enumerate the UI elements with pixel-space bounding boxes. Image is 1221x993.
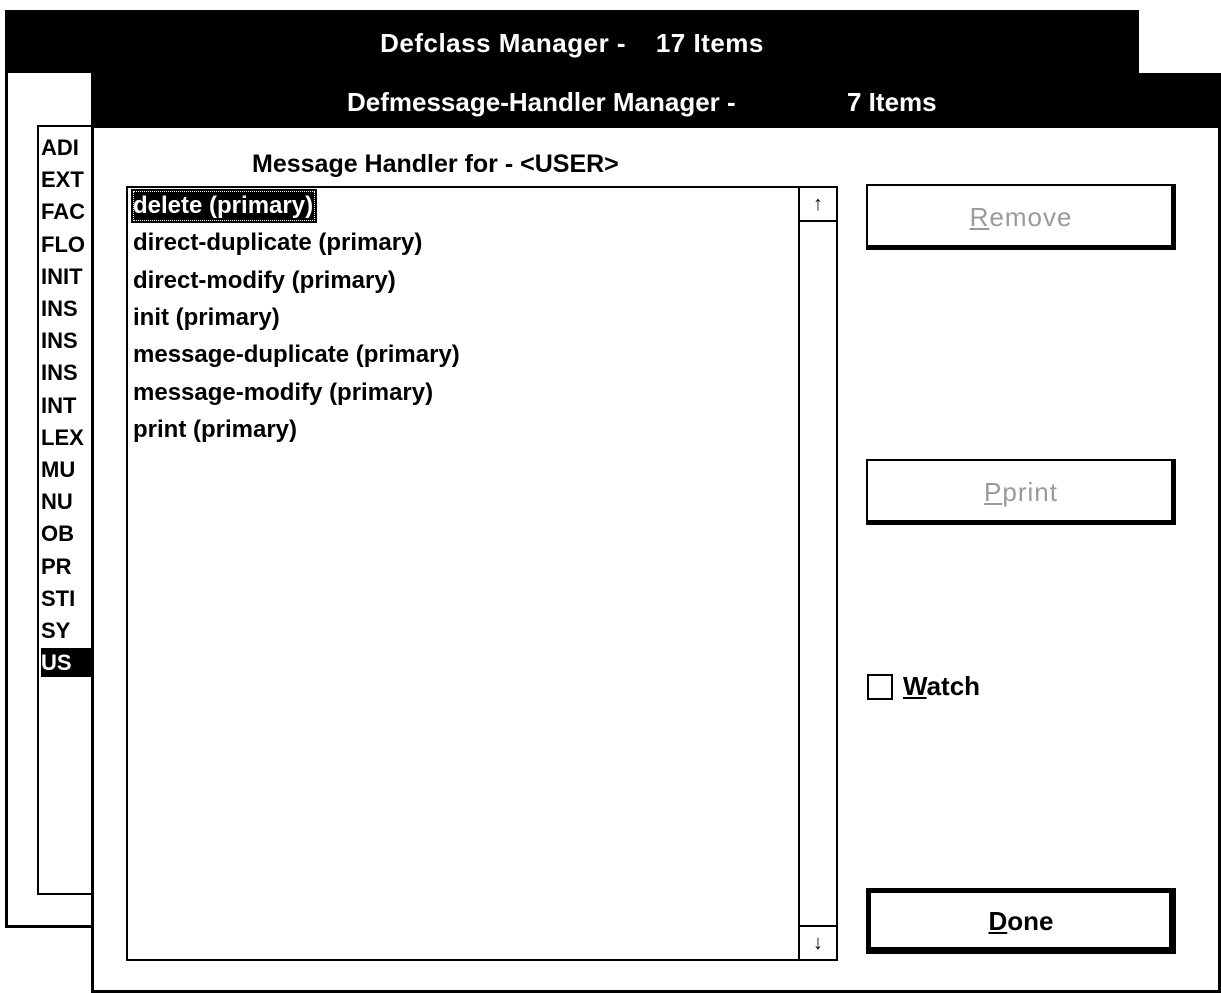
scroll-down-arrow-icon[interactable]: ↓: [800, 925, 836, 959]
message-handler-list-item[interactable]: delete (primary): [131, 189, 318, 223]
watch-checkbox[interactable]: Watch: [867, 671, 980, 702]
done-button-mnemonic: D: [988, 905, 1008, 936]
done-button-label: one: [1007, 905, 1054, 936]
watch-label: Watch: [903, 671, 980, 702]
remove-button-mnemonic: R: [969, 201, 990, 232]
message-handler-list-item[interactable]: message-duplicate (primary): [131, 338, 464, 372]
message-handler-list-item[interactable]: init (primary): [131, 301, 284, 335]
message-handler-list-item[interactable]: direct-modify (primary): [131, 264, 400, 298]
remove-button[interactable]: Remove: [866, 184, 1176, 250]
watch-label-mnemonic: W: [903, 671, 927, 701]
watch-label-rest: atch: [926, 671, 981, 701]
scroll-up-arrow-icon[interactable]: ↑: [800, 188, 836, 222]
defmessage-handler-manager-window: Defmessage-Handler Manager - 7 Items Mes…: [91, 73, 1221, 993]
defclass-manager-count: 17 Items: [655, 28, 764, 58]
defclass-manager-title-bar[interactable]: Defclass Manager - 17 Items: [8, 13, 1136, 73]
defmessage-handler-title-bar[interactable]: Defmessage-Handler Manager - 7 Items: [94, 76, 1218, 128]
defclass-manager-title: Defclass Manager -: [380, 28, 627, 58]
done-button[interactable]: Done: [866, 888, 1176, 954]
pprint-button-mnemonic: P: [984, 476, 1003, 507]
pprint-button-label: print: [1002, 476, 1058, 507]
defmessage-handler-count: 7 Items: [847, 87, 937, 117]
message-handler-list-item[interactable]: direct-duplicate (primary): [131, 226, 426, 260]
list-scrollbar[interactable]: ↑ ↓: [798, 188, 836, 959]
message-handler-list[interactable]: delete (primary) direct-duplicate (primar…: [126, 186, 838, 961]
remove-button-label: emove: [989, 201, 1073, 232]
message-handler-list-item[interactable]: print (primary): [131, 413, 301, 447]
message-handler-list-item[interactable]: message-modify (primary): [131, 376, 437, 410]
pprint-button[interactable]: Pprint: [866, 459, 1176, 525]
watch-checkbox-box[interactable]: [867, 673, 893, 700]
defmessage-handler-title: Defmessage-Handler Manager -: [347, 87, 736, 117]
message-handler-list-items: delete (primary) direct-duplicate (primar…: [128, 188, 796, 959]
message-handler-subtitle: Message Handler for - <USER>: [252, 150, 619, 178]
